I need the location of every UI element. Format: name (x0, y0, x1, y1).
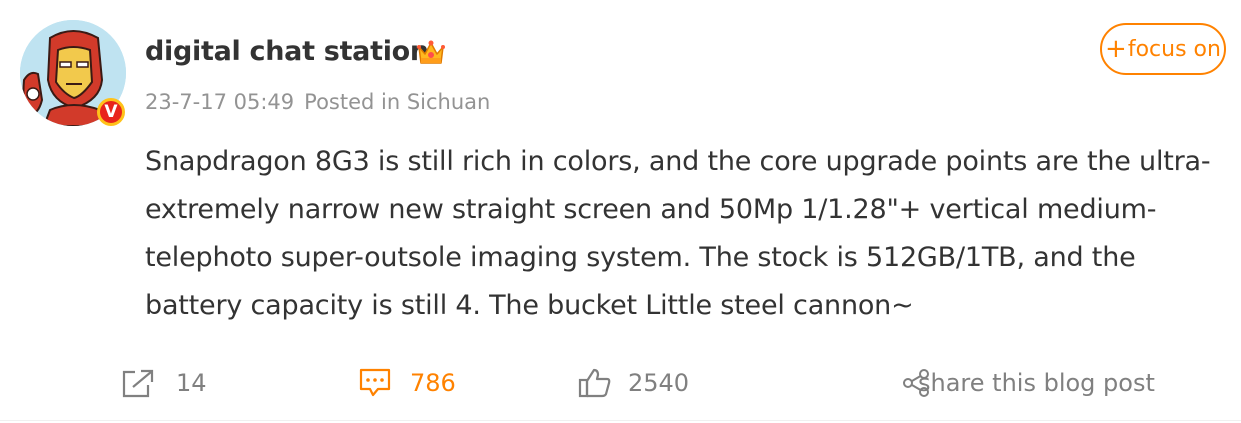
thumbs-up-icon (578, 368, 611, 398)
post-location: Posted in Sichuan (304, 90, 491, 114)
author-name[interactable]: digital chat station (145, 36, 429, 67)
like-button[interactable]: 2540 (578, 360, 689, 406)
like-count: 2540 (628, 369, 690, 397)
share-button[interactable]: share this blog post (902, 360, 1155, 406)
comment-button[interactable]: 786 (358, 360, 456, 406)
share-label: share this blog post (918, 369, 1155, 397)
comment-icon (359, 368, 391, 397)
repost-icon (122, 369, 154, 398)
action-bar: 14 786 2540 share this blog post (0, 360, 1241, 406)
avatar[interactable]: V (20, 20, 126, 126)
follow-label: focus on (1127, 36, 1221, 62)
post-timestamp[interactable]: 23-7-17 05:49 (145, 90, 294, 114)
post-text: Snapdragon 8G3 is still rich in colors, … (145, 146, 1211, 321)
repost-count: 14 (176, 369, 207, 397)
plus-icon: + (1105, 34, 1127, 64)
post-meta: 23-7-17 05:49 Posted in Sichuan (145, 90, 490, 114)
divider (0, 420, 1241, 421)
repost-button[interactable]: 14 (120, 360, 207, 406)
verified-badge: V (97, 98, 125, 126)
follow-button[interactable]: + focus on (1100, 23, 1226, 75)
crown-icon[interactable] (416, 37, 446, 67)
comment-count: 786 (410, 369, 456, 397)
